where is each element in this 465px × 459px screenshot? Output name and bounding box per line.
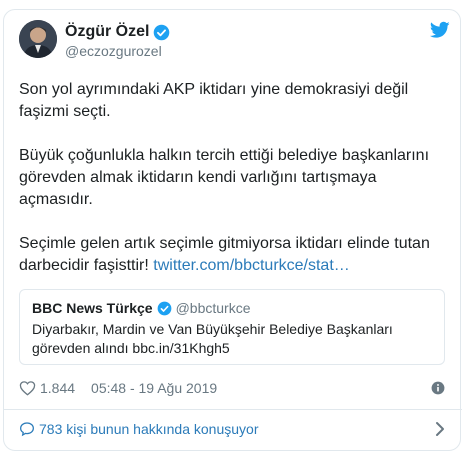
tweet-timestamp[interactable]: 05:48 - 19 Ağu 2019 [91,380,217,396]
quoted-tweet-text: Diyarbakır, Mardin ve Van Büyükşehir Bel… [32,321,393,356]
speech-bubble-icon [20,422,34,437]
tweet-link[interactable]: twitter.com/bbcturkce/stat… [153,257,350,274]
tweet-header: Özgür Özel @eczozgurozel [15,19,450,69]
avatar[interactable] [19,20,57,58]
verified-badge-icon [154,24,170,40]
author-names: Özgür Özel @eczozgurozel [65,22,170,60]
quoted-author-name: BBC News Türkçe [32,300,153,316]
tweet-paragraph-2: Büyük çoğunlukla halkın tercih ettiği be… [19,147,434,208]
tweet-meta: 1.844 05:48 - 19 Ağu 2019 [19,378,445,398]
quoted-tweet-header: BBC News Türkçe @bbcturkce [32,298,251,318]
conversation-link[interactable]: 783 kişi bunun hakkında konuşuyor [19,418,445,440]
author-handle[interactable]: @eczozgurozel [65,42,170,60]
divider [3,409,462,410]
info-icon[interactable] [431,381,445,395]
verified-badge-icon [157,301,171,315]
quoted-author-handle: @bbcturkce [175,300,251,316]
author-display-name[interactable]: Özgür Özel [65,22,149,42]
heart-icon[interactable] [19,380,36,396]
quoted-tweet[interactable]: BBC News Türkçe @bbcturkce Diyarbakır, M… [19,289,445,365]
like-count[interactable]: 1.844 [40,380,75,396]
twitter-bird-icon[interactable] [430,21,450,39]
chevron-right-icon [436,422,444,436]
tweet-text: Son yol ayrımındaki AKP iktidarı yine de… [19,79,444,277]
tweet-paragraph-1: Son yol ayrımındaki AKP iktidarı yine de… [19,81,413,120]
conversation-count-label: 783 kişi bunun hakkında konuşuyor [39,421,259,437]
